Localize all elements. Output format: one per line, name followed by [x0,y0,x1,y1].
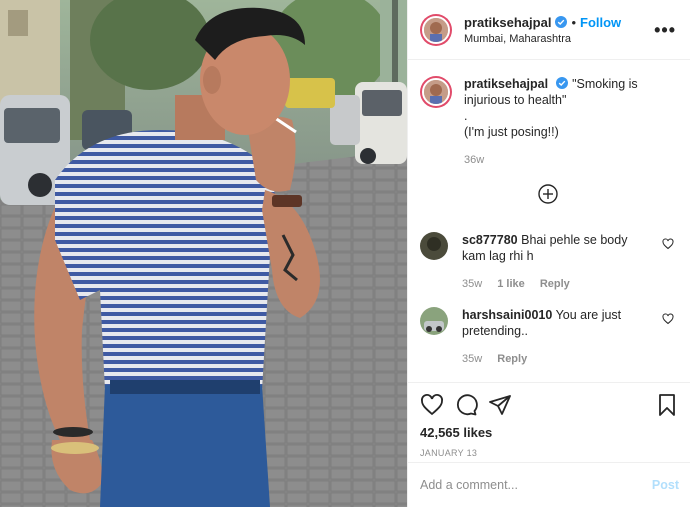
comment-item: sc877780 Bhai pehle se body kam lag rhi … [420,232,678,292]
comment-icon[interactable] [454,393,478,417]
reply-button[interactable]: Reply [497,353,527,365]
avatar-image [422,15,450,44]
heart-icon[interactable] [662,238,674,250]
post-location[interactable]: Mumbai, Maharashtra [464,33,654,45]
caption-avatar-photo [424,80,448,104]
post-header: pratiksehajpal • Follow Mumbai, Maharash… [408,0,690,60]
separator-dot: • [571,14,576,30]
comment-body: sc877780 Bhai pehle se body kam lag rhi … [462,232,652,292]
comment-body: harshsaini0010 You are just pretending..… [462,307,652,367]
header-text: pratiksehajpal • Follow Mumbai, Maharash… [464,15,654,45]
comment-avatar-image [420,307,448,335]
comment-age[interactable]: 35w [462,278,482,290]
heart-icon[interactable] [662,313,674,325]
caption-text-line3: (I'm just posing!!) [464,125,559,139]
avatar-photo [424,17,448,42]
comment-meta: 35w Reply [462,351,652,367]
post-side-panel: pratiksehajpal • Follow Mumbai, Maharash… [407,0,690,507]
header-line: pratiksehajpal • Follow [464,15,654,30]
comment-composer: Add a comment... Post [408,462,690,507]
follow-button[interactable]: Follow [580,15,621,30]
comment-meta: 35w 1 like Reply [462,276,652,292]
bookmark-icon[interactable] [655,393,679,417]
caption-text-line2: . [464,109,468,123]
photo-illustration [0,0,407,507]
caption-username[interactable]: pratiksehajpal [464,77,548,91]
instagram-post: pratiksehajpal • Follow Mumbai, Maharash… [0,0,690,507]
caption-avatar[interactable] [420,76,452,108]
comment-avatar[interactable] [420,232,448,260]
comment-input[interactable]: Add a comment... [420,478,652,492]
paper-plane-icon[interactable] [488,393,512,417]
caption-avatar-image [422,78,450,106]
post-actions: 42,565 likes JANUARY 13 [408,382,690,458]
post-date[interactable]: JANUARY 13 [408,440,690,458]
comment-age[interactable]: 35w [462,353,482,365]
plus-circle-icon[interactable] [538,184,558,204]
verified-badge-icon [555,16,568,28]
comment-username[interactable]: sc877780 [462,233,518,247]
comment-avatar-image [420,232,448,260]
comment-like-count[interactable]: 1 like [497,278,525,290]
more-options-icon[interactable]: ••• [654,21,676,39]
like-count[interactable]: 42,565 likes [408,417,690,440]
verified-badge-icon [556,77,569,89]
post-photo[interactable] [0,0,407,507]
caption: pratiksehajpal "Smoking is injurious to h… [408,60,690,168]
comment-avatar[interactable] [420,307,448,335]
post-username[interactable]: pratiksehajpal [464,15,551,30]
comment-item: harshsaini0010 You are just pretending..… [420,307,678,367]
avatar[interactable] [420,13,452,46]
action-bar [408,383,690,417]
heart-icon[interactable] [420,393,444,417]
post-comment-button[interactable]: Post [652,478,679,492]
caption-body: pratiksehajpal "Smoking is injurious to h… [464,76,676,168]
caption-age[interactable]: 36w [464,152,676,168]
reply-button[interactable]: Reply [540,278,570,290]
comment-username[interactable]: harshsaini0010 [462,308,552,322]
